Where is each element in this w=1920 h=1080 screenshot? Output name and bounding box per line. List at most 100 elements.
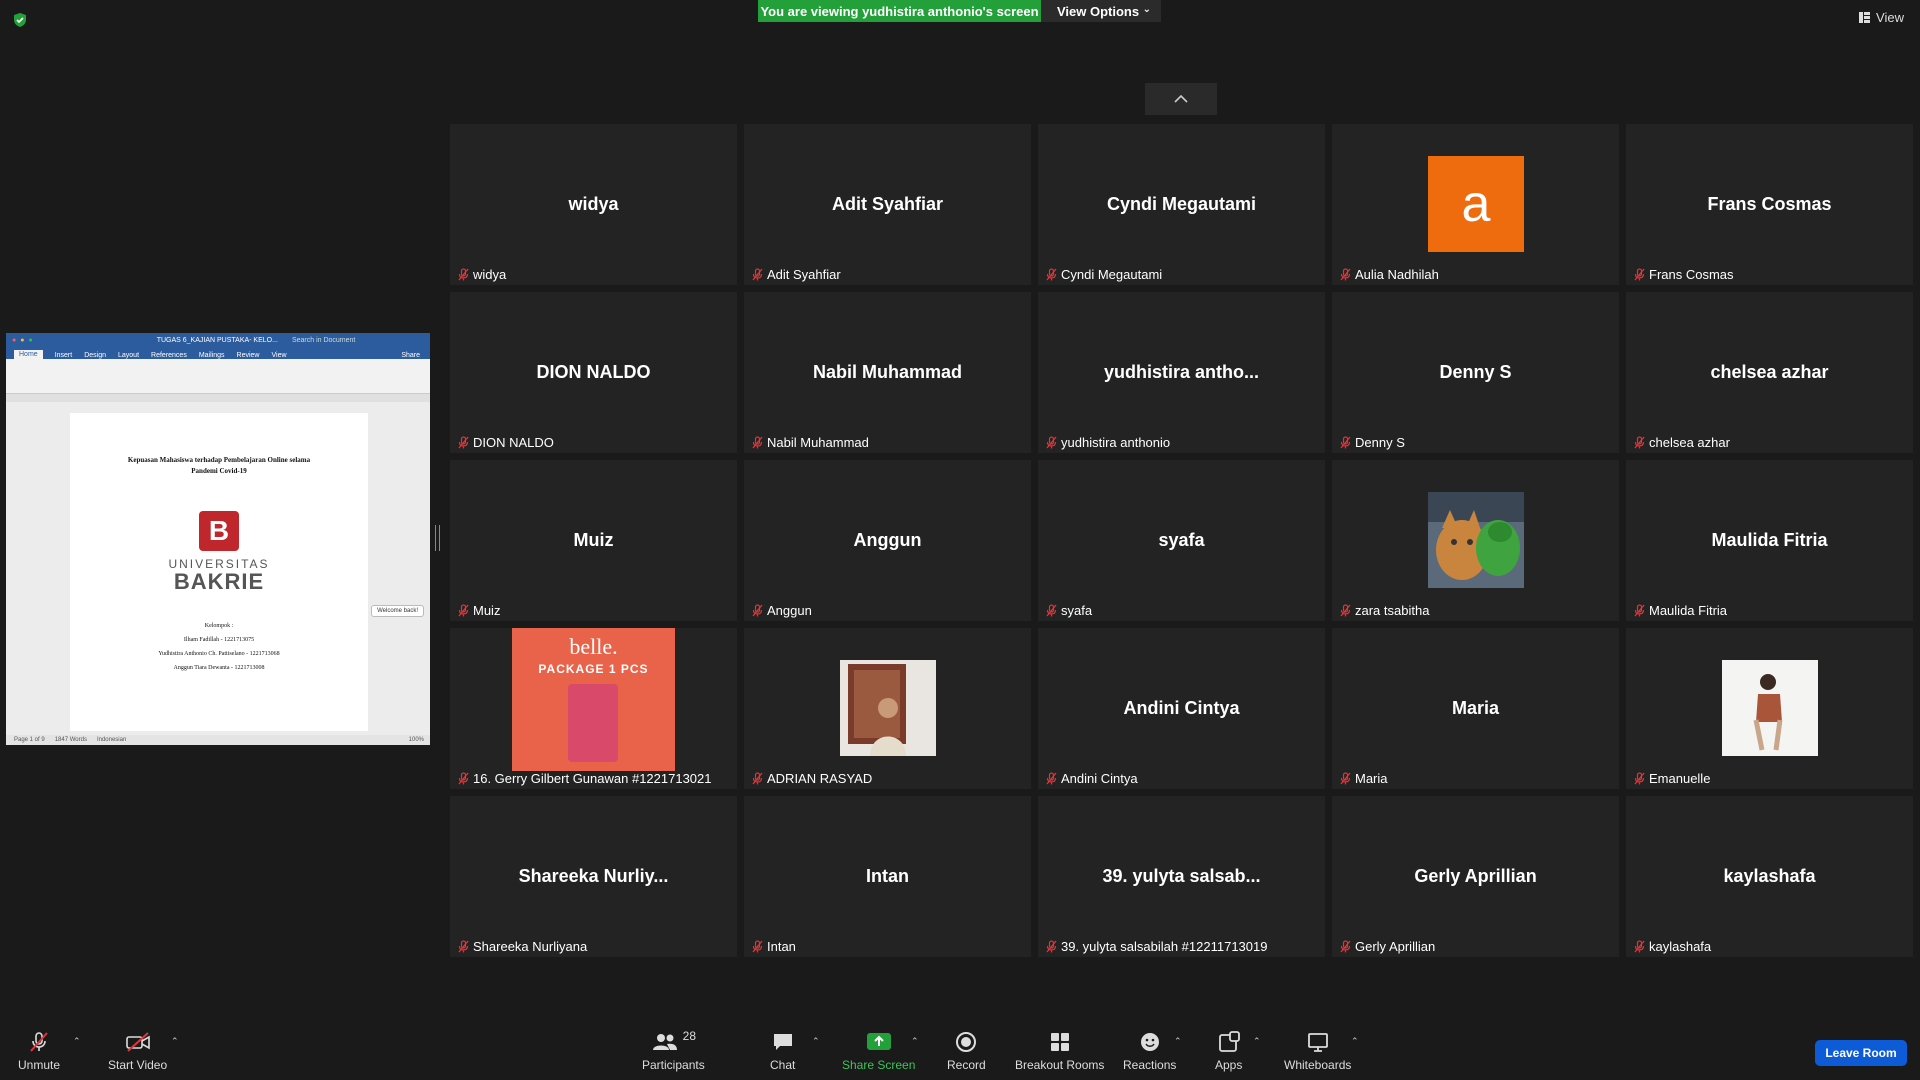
participant-tile[interactable]: syafa syafa: [1038, 460, 1325, 621]
participant-name-label: Anggun: [749, 602, 815, 619]
participant-tile[interactable]: Anggun Anggun: [744, 460, 1031, 621]
reactions-label: Reactions: [1123, 1058, 1177, 1072]
participant-tile[interactable]: belle. PACKAGE 1 PCS 16. Gerry Gilbert Gun…: [450, 628, 737, 789]
participant-tile[interactable]: Cyndi Megautami Cyndi Megautami: [1038, 124, 1325, 285]
participant-tile[interactable]: Andini Cintya Andini Cintya: [1038, 628, 1325, 789]
record-icon: [956, 1032, 977, 1052]
unmute-button[interactable]: Unmute: [18, 1030, 60, 1072]
participant-display-name: Cyndi Megautami: [1106, 194, 1257, 214]
audio-options-caret[interactable]: ⌃: [73, 1036, 81, 1047]
maximize-dot-icon: ●: [28, 336, 33, 344]
participant-tile[interactable]: Adit Syahfiar Adit Syahfiar: [744, 124, 1031, 285]
chat-label: Chat: [770, 1058, 796, 1072]
breakout-rooms-button[interactable]: Breakout Rooms: [1015, 1030, 1104, 1072]
whiteboards-label: Whiteboards: [1284, 1058, 1352, 1072]
participant-display-name: Denny S: [1439, 362, 1512, 382]
reactions-options-caret[interactable]: ⌃: [1174, 1036, 1182, 1047]
participant-name-label: widya: [455, 266, 509, 283]
participant-tile[interactable]: zara tsabitha: [1332, 460, 1619, 621]
product-pouch: [568, 684, 618, 762]
participant-name-label: Frans Cosmas: [1631, 266, 1737, 283]
mic-muted-icon: [458, 268, 469, 281]
tab-references: References: [151, 352, 187, 359]
document-title: TUGAS 6_KAJIAN PUSTAKA- KELO...: [156, 336, 278, 344]
participant-tile[interactable]: 39. yulyta salsab... 39. yulyta salsabila…: [1038, 796, 1325, 957]
participant-tile[interactable]: Intan Intan: [744, 796, 1031, 957]
unmute-label: Unmute: [18, 1058, 61, 1072]
participant-name: chelsea azhar: [1649, 435, 1730, 450]
chat-options-caret[interactable]: ⌃: [812, 1036, 820, 1047]
participant-name: Intan: [767, 939, 796, 954]
video-options-caret[interactable]: ⌃: [171, 1036, 179, 1047]
share-doc-button: Share: [401, 352, 420, 359]
participant-display-name: Muiz: [573, 530, 614, 550]
participants-button[interactable]: 28 Participants: [642, 1029, 705, 1072]
participant-display-name: Intan: [866, 866, 909, 886]
mic-muted-icon: [1046, 268, 1057, 281]
page-count: Page 1 of 9: [14, 737, 45, 743]
participant-tile[interactable]: Maulida Fitria Maulida Fitria: [1626, 460, 1913, 621]
record-button[interactable]: Record: [947, 1030, 986, 1072]
participant-name: Anggun: [767, 603, 812, 618]
uni-line2: BAKRIE: [173, 569, 265, 594]
encryption-shield-icon[interactable]: [12, 12, 28, 28]
participant-name: Shareeka Nurliyana: [473, 939, 588, 954]
mic-muted-icon: [752, 772, 763, 785]
view-options-label: View Options: [1057, 3, 1140, 19]
participant-tile[interactable]: Gerly Aprillian Gerly Aprillian: [1332, 796, 1619, 957]
chat-button[interactable]: Chat: [770, 1030, 795, 1072]
participant-name-label: Aulia Nadhilah: [1337, 266, 1442, 283]
mic-muted-icon: [1634, 604, 1645, 617]
share-screen-button[interactable]: Share Screen: [842, 1030, 915, 1072]
participant-name-label: Muiz: [455, 602, 503, 619]
apps-button[interactable]: Apps: [1215, 1030, 1242, 1072]
participant-tile[interactable]: widya widya: [450, 124, 737, 285]
participant-name-label: Nabil Muhammad: [749, 434, 872, 451]
participant-tile[interactable]: ADRIAN RASYAD: [744, 628, 1031, 789]
participant-display-name: DION NALDO: [536, 362, 651, 382]
reactions-button[interactable]: Reactions: [1123, 1030, 1176, 1072]
apps-options-caret[interactable]: ⌃: [1253, 1036, 1261, 1047]
participant-photo-product: belle. PACKAGE 1 PCS: [512, 628, 675, 771]
collapse-gallery-button[interactable]: [1145, 83, 1217, 115]
whiteboards-button[interactable]: Whiteboards: [1284, 1030, 1351, 1072]
participant-tile[interactable]: Shareeka Nurliy... Shareeka Nurliyana: [450, 796, 737, 957]
mic-muted-icon: [1340, 940, 1351, 953]
share-options-caret[interactable]: ⌃: [911, 1036, 919, 1047]
participant-tile[interactable]: chelsea azhar chelsea azhar: [1626, 292, 1913, 453]
whiteboards-options-caret[interactable]: ⌃: [1351, 1036, 1359, 1047]
participant-tile[interactable]: DION NALDO DION NALDO: [450, 292, 737, 453]
mic-muted-icon: [1634, 940, 1645, 953]
word-statusbar: Page 1 of 9 1847 Words Indonesian 100%: [6, 735, 430, 745]
leave-room-button[interactable]: Leave Room: [1815, 1040, 1907, 1066]
participant-tile[interactable]: Emanuelle: [1626, 628, 1913, 789]
participant-tile[interactable]: Frans Cosmas Frans Cosmas: [1626, 124, 1913, 285]
participant-tile[interactable]: Maria Maria: [1332, 628, 1619, 789]
shared-screen[interactable]: ● ● ● TUGAS 6_KAJIAN PUSTAKA- KELO... Se…: [6, 333, 430, 745]
view-options-button[interactable]: View Options ⌄: [1041, 0, 1161, 22]
participant-name: Nabil Muhammad: [767, 435, 869, 450]
participant-display-name: Nabil Muhammad: [812, 362, 963, 382]
resize-handle[interactable]: [435, 525, 440, 551]
participant-tile[interactable]: a Aulia Nadhilah: [1332, 124, 1619, 285]
word-ruler: [6, 394, 430, 402]
participant-name: DION NALDO: [473, 435, 554, 450]
start-video-label: Start Video: [108, 1058, 168, 1072]
doc-title-line2: Pandemi Covid-19: [191, 467, 247, 475]
participant-tile[interactable]: Denny S Denny S: [1332, 292, 1619, 453]
doc-title: Kepuasan Mahasiswa terhadap Pembelajaran…: [70, 455, 368, 477]
participant-tile[interactable]: kaylashafa kaylashafa: [1626, 796, 1913, 957]
participant-display-name: syafa: [1158, 530, 1205, 550]
participant-name-label: ADRIAN RASYAD: [749, 770, 875, 787]
view-button[interactable]: View: [1859, 10, 1904, 25]
participant-tile[interactable]: Muiz Muiz: [450, 460, 737, 621]
participant-name: 16. Gerry Gilbert Gunawan #1221713021: [473, 771, 712, 786]
participant-display-name: Anggun: [853, 530, 922, 550]
participant-avatar: a: [1428, 156, 1524, 252]
viewing-screen-banner: You are viewing yudhistira anthonio's sc…: [758, 0, 1041, 22]
member-3: Anggun Tiara Dewanta - 1221713008: [173, 665, 265, 671]
participant-tile[interactable]: Nabil Muhammad Nabil Muhammad: [744, 292, 1031, 453]
view-label: View: [1876, 10, 1904, 25]
participant-tile[interactable]: yudhistira antho... yudhistira anthonio: [1038, 292, 1325, 453]
start-video-button[interactable]: Start Video: [108, 1030, 167, 1072]
